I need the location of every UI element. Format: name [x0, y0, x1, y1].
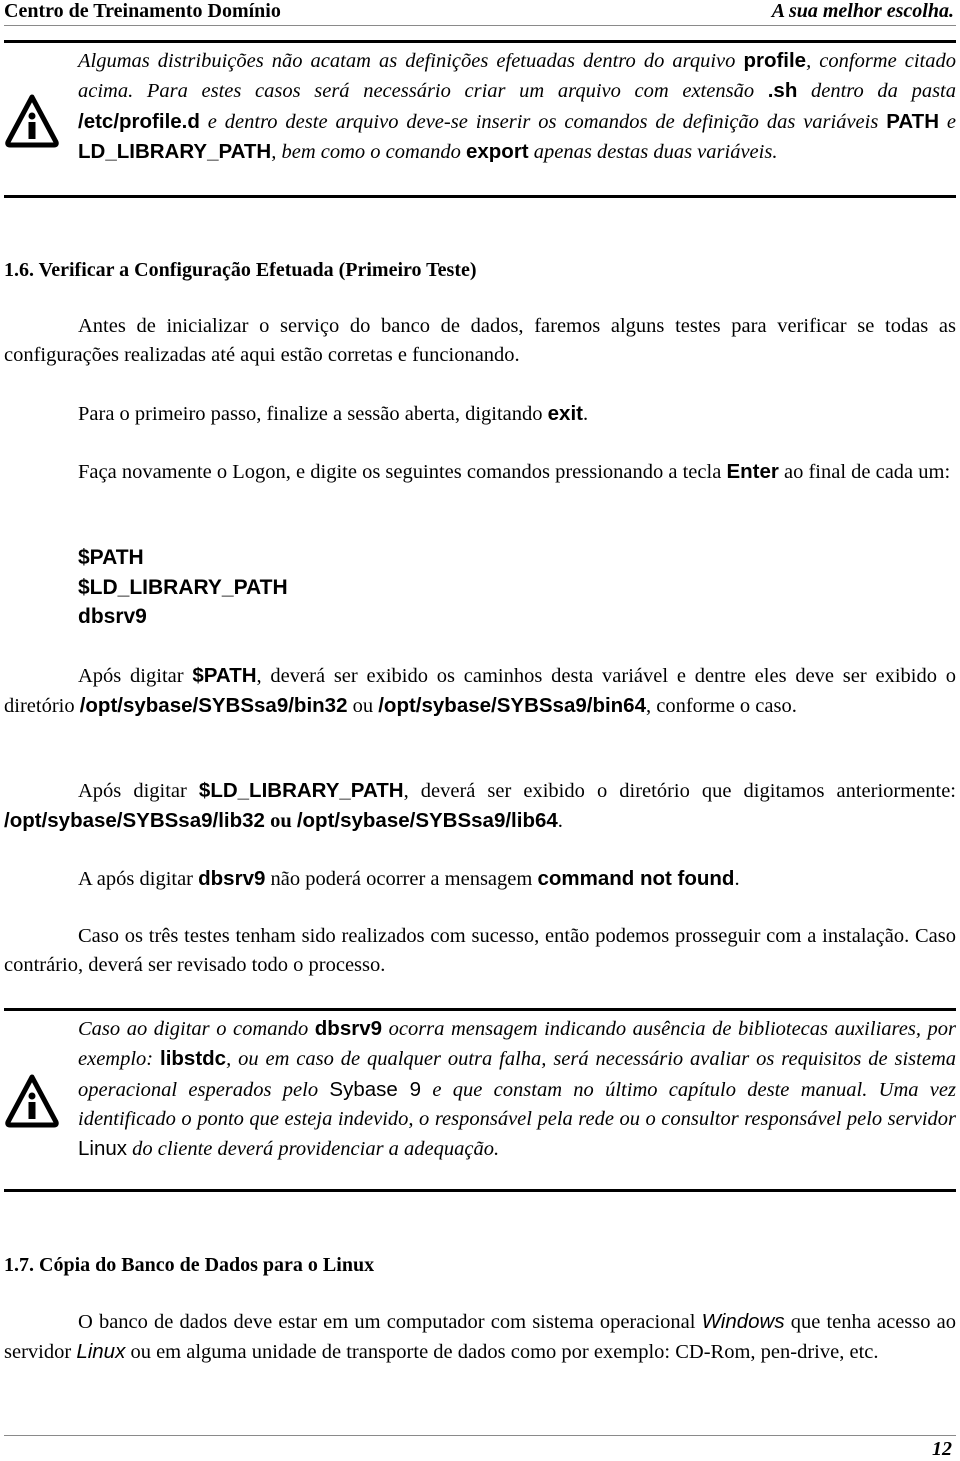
text-run: .: [557, 810, 563, 832]
command-item: dbsrv9: [78, 605, 147, 628]
text-run: Algumas distribuições não acatam as defi…: [78, 50, 744, 72]
note2-bottom-rule: [4, 1189, 956, 1192]
text-run: O banco de dados deve estar em um comput…: [78, 1311, 702, 1333]
note2-top-rule: [4, 1008, 956, 1011]
section-heading-1-7: 1.7. Cópia do Banco de Dados para o Linu…: [4, 1254, 375, 1276]
text-run: dentro da pasta: [797, 80, 957, 103]
text-run: do cliente deverá providenciar a adequaç…: [127, 1138, 500, 1161]
paragraph: O banco de dados deve estar em um comput…: [4, 1307, 956, 1367]
command-item: $LD_LIBRARY_PATH: [78, 575, 288, 599]
text-run: ou em alguma unidade de transporte de da…: [125, 1341, 879, 1363]
info-warning-icon: [4, 1072, 60, 1130]
note1-bottom-rule: [4, 195, 956, 198]
emphasis-term: $LD_LIBRARY_PATH: [198, 779, 404, 802]
paragraph: Para o primeiro passo, finalize a sessão…: [4, 399, 956, 429]
text-run: não poderá ocorrer a mensagem: [265, 868, 538, 890]
header-divider: [4, 25, 956, 26]
text-run: Antes de inicializar o serviço do banco …: [4, 315, 956, 366]
text-run: Sybase 9: [329, 1077, 422, 1101]
note1-top-rule: [4, 40, 956, 43]
text-run: e: [939, 110, 956, 133]
paragraph: A após digitar dbsrv9 não poderá ocorrer…: [4, 864, 956, 894]
emphasis-term: /opt/sybase/SYBSsa9/lib64: [296, 809, 558, 832]
text-run: Para o primeiro passo, finalize a sessão…: [78, 403, 548, 425]
command-item: $PATH: [78, 546, 144, 569]
text-run: Após digitar: [78, 780, 199, 802]
emphasis-term: libstdc: [160, 1047, 227, 1071]
text-run: ou: [264, 810, 297, 832]
command-list: $PATH $LD_LIBRARY_PATH dbsrv9: [78, 543, 288, 632]
paragraph: Após digitar $LD_LIBRARY_PATH, deverá se…: [4, 776, 956, 836]
note1-text: Algumas distribuições não acatam as defi…: [78, 46, 956, 167]
emphasis-term: dbsrv9: [198, 867, 266, 890]
emphasis-term: /etc/profile.d: [78, 109, 200, 133]
emphasis-term: $PATH: [192, 664, 257, 687]
text-run: ou: [347, 695, 379, 717]
page-number: 12: [932, 1438, 952, 1460]
text-run: , deverá ser exibido o diretório que dig…: [403, 780, 957, 802]
text-run: .: [582, 403, 589, 425]
paragraph: Faça novamente o Logon, e digite os segu…: [4, 457, 956, 487]
header-slogan: A sua melhor escolha.: [771, 0, 954, 22]
emphasis-term: profile: [743, 49, 807, 72]
emphasis-term: export: [465, 139, 529, 163]
section-heading-1-6: 1.6. Verificar a Configuração Efetuada (…: [4, 259, 477, 281]
header-title: Centro de Treinamento Domínio: [4, 0, 281, 22]
paragraph: Caso os três testes tenham sido realizad…: [4, 922, 956, 980]
text-run: e dentro deste arquivo deve-se inserir o…: [199, 110, 887, 133]
emphasis-term: dbsrv9: [314, 1017, 383, 1040]
text-run: Caso ao digitar o comando: [78, 1018, 315, 1040]
emphasis-term: /opt/sybase/SYBSsa9/lib32: [4, 809, 265, 832]
text-run: Windows: [701, 1310, 785, 1333]
text-run: apenas destas duas variáveis.: [528, 140, 778, 163]
emphasis-term: exit: [547, 402, 583, 425]
emphasis-term: /opt/sybase/SYBSsa9/bin64: [378, 694, 646, 717]
emphasis-term: /opt/sybase/SYBSsa9/bin32: [79, 694, 348, 717]
emphasis-term: .sh: [767, 79, 798, 103]
text-run: Após digitar: [78, 665, 193, 687]
text-run: .: [734, 868, 740, 890]
text-run: A após digitar: [78, 868, 199, 890]
text-run: ao final de cada um:: [778, 461, 951, 483]
text-run: Caso os três testes tenham sido realizad…: [4, 925, 956, 976]
emphasis-term: LD_LIBRARY_PATH: [78, 139, 272, 163]
emphasis-term: PATH: [886, 109, 939, 133]
note2-text: Caso ao digitar o comando dbsrv9 ocorra …: [78, 1014, 956, 1164]
text-run: Faça novamente o Logon, e digite os segu…: [78, 461, 727, 483]
paragraph: Antes de inicializar o serviço do banco …: [4, 312, 956, 370]
footer-divider: [4, 1435, 956, 1436]
paragraph: Após digitar $PATH, deverá ser exibido o…: [4, 661, 956, 721]
emphasis-term: Enter: [726, 460, 779, 483]
text-run: , bem como o comando: [271, 140, 466, 163]
emphasis-term: command not found: [537, 867, 735, 890]
text-run: , conforme o caso.: [646, 695, 797, 717]
info-warning-icon: [4, 92, 60, 150]
text-run: Linux: [76, 1340, 126, 1363]
text-run: Linux: [78, 1137, 128, 1161]
